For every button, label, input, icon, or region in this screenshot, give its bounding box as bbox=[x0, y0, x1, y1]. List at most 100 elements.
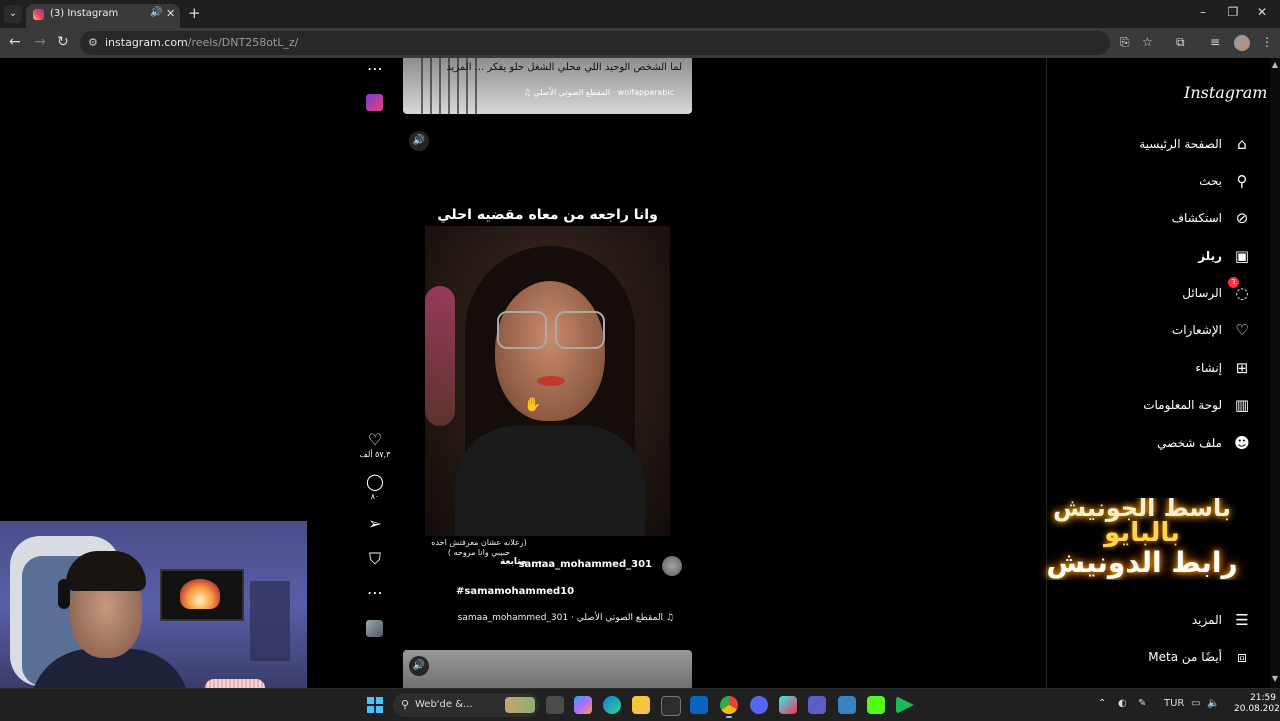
promo-line-3: رابط الدونيش bbox=[1046, 546, 1238, 579]
reel-hashtag[interactable]: #samamohammed10 bbox=[456, 586, 574, 597]
sidebar-item-label: ريلز bbox=[1198, 249, 1222, 263]
dashboard-icon: ▥ bbox=[1234, 396, 1250, 414]
scroll-up-icon[interactable]: ▲ bbox=[1272, 60, 1278, 69]
windows-start-icon[interactable] bbox=[367, 697, 383, 713]
restore-button[interactable]: ❐ bbox=[1223, 5, 1243, 19]
sidebar-item-home[interactable]: ⌂ الصفحة الرئيسية bbox=[1139, 132, 1252, 156]
taskbar-search[interactable]: ⚲ Web'de &... bbox=[393, 693, 539, 717]
teams-icon[interactable] bbox=[808, 696, 826, 714]
network-icon[interactable]: ▭ bbox=[1191, 698, 1200, 709]
sidebar-item-more[interactable]: ☰ المزيد bbox=[1192, 608, 1252, 632]
sidebar-divider bbox=[1046, 58, 1047, 688]
sidebar-item-messages[interactable]: ◌ 3 الرسائل bbox=[1182, 277, 1252, 305]
promo-line-2: بالبايو bbox=[1104, 518, 1180, 548]
instagram-logo[interactable]: Instagram bbox=[1184, 83, 1267, 102]
next-reel-video[interactable] bbox=[403, 650, 692, 688]
follow-button[interactable]: متابعة bbox=[500, 557, 527, 567]
file-explorer-icon[interactable] bbox=[632, 696, 650, 714]
windows-taskbar: ⚲ Web'de &... ⌃ ◐ ✎ TUR ▭ 🔈 21:59 20.08.… bbox=[0, 688, 1280, 721]
system-clock[interactable]: 21:59 20.08.2025 bbox=[1234, 693, 1280, 715]
tab-close-icon[interactable]: ✕ bbox=[166, 7, 175, 20]
back-button[interactable]: ← bbox=[9, 34, 21, 50]
pen-icon[interactable]: ✎ bbox=[1138, 698, 1146, 709]
page-scrollbar[interactable]: ▲ ▼ bbox=[1270, 58, 1280, 688]
headset-image bbox=[58, 579, 70, 609]
like-button[interactable]: ♡ ٥٧,٣ ألف bbox=[355, 431, 395, 460]
next-mute-toggle-icon[interactable]: 🔊 bbox=[409, 656, 429, 676]
author-avatar[interactable] bbox=[662, 556, 682, 576]
browser-menu-icon[interactable]: ⋮ bbox=[1261, 35, 1273, 49]
previous-audio-thumb[interactable] bbox=[366, 94, 383, 111]
discord-icon[interactable] bbox=[750, 696, 768, 714]
sidebar-item-search[interactable]: ⚲ بحث bbox=[1199, 169, 1252, 193]
search-icon: ⚲ bbox=[1236, 172, 1248, 190]
instagram-favicon-icon bbox=[33, 9, 44, 20]
reel-audio-link[interactable]: samaa_mohammed_301 · المقطع الصوتي الأصل… bbox=[458, 610, 684, 628]
audio-thumb[interactable] bbox=[366, 620, 383, 637]
microphone-image bbox=[205, 679, 265, 688]
sidebar-item-label: الرسائل bbox=[1182, 286, 1222, 300]
reload-button[interactable]: ↻ bbox=[57, 34, 69, 50]
tiktok-icon[interactable] bbox=[779, 696, 797, 714]
kick-icon[interactable] bbox=[867, 696, 885, 714]
mute-toggle-icon[interactable]: 🔊 bbox=[409, 131, 429, 151]
webcam-overlay bbox=[0, 521, 307, 688]
reels-icon: ▣ bbox=[1234, 247, 1250, 265]
new-tab-button[interactable]: + bbox=[188, 4, 201, 22]
volume-icon[interactable]: 🔈 bbox=[1207, 698, 1219, 709]
site-info-icon[interactable]: ⚙ bbox=[88, 36, 98, 49]
more-options-button[interactable]: ⋯ bbox=[355, 584, 395, 602]
close-window-button[interactable]: ✕ bbox=[1252, 5, 1272, 19]
sidebar-item-profile[interactable]: ☻ ملف شخصي bbox=[1157, 431, 1252, 455]
chrome-icon[interactable] bbox=[720, 696, 738, 714]
url-host: instagram.com bbox=[105, 36, 188, 49]
app-tool-icon[interactable] bbox=[838, 696, 856, 714]
forward-button[interactable]: → bbox=[34, 34, 46, 50]
sidebar-item-notifications[interactable]: ♡ الإشعارات bbox=[1172, 318, 1252, 342]
reel-author-row: samaa_mohammed_301 • متابعة bbox=[500, 556, 682, 576]
language-indicator[interactable]: TUR bbox=[1164, 698, 1184, 709]
clock-time: 21:59 bbox=[1250, 693, 1276, 703]
previous-reel-caption[interactable]: لما الشخص الوحيد اللي محلي الشغل حلو يفك… bbox=[446, 62, 682, 73]
edge-icon[interactable] bbox=[603, 696, 621, 714]
sidebar-item-label: أيضًا من Meta bbox=[1148, 650, 1222, 664]
scroll-down-icon[interactable]: ▼ bbox=[1272, 674, 1278, 683]
sidebar-item-label: ملف شخصي bbox=[1157, 436, 1222, 450]
previous-reel-audio[interactable]: wolfapparabic · المقطع الصوتي الأصلي ♫ bbox=[524, 88, 674, 97]
tab-title: (3) Instagram bbox=[50, 8, 119, 19]
share-button[interactable]: ➢ bbox=[355, 515, 395, 533]
current-reel-video[interactable]: وانا راجعه من معاه مقضيه احلي وقت فحياتي… bbox=[403, 196, 692, 541]
tab-audio-icon[interactable]: 🔊 bbox=[150, 7, 162, 18]
sidebar-item-label: إنشاء bbox=[1195, 361, 1222, 375]
clock-date: 20.08.2025 bbox=[1234, 704, 1280, 714]
install-app-icon[interactable]: ⎘ bbox=[1120, 35, 1130, 50]
task-view-icon[interactable] bbox=[546, 696, 564, 714]
tab-instagram[interactable]: (3) Instagram 🔊 ✕ bbox=[26, 4, 180, 28]
extensions-icon[interactable]: ⧉ bbox=[1176, 35, 1185, 50]
sidebar-item-dashboard[interactable]: ▥ لوحة المعلومات bbox=[1143, 393, 1252, 417]
media-controls-icon[interactable]: ≡ bbox=[1210, 35, 1220, 49]
copilot-icon[interactable] bbox=[574, 696, 592, 714]
previous-reel-video[interactable]: لما الشخص الوحيد اللي محلي الشغل حلو يفك… bbox=[403, 58, 692, 114]
comment-button[interactable]: ◯ ٨٠ bbox=[355, 473, 395, 502]
sidebar-item-meta[interactable]: ⧈ أيضًا من Meta bbox=[1148, 645, 1252, 669]
url-text[interactable]: instagram.com/reels/DNT258otL_z/ bbox=[105, 36, 298, 49]
separator-dot: • bbox=[537, 558, 543, 569]
tab-search-button[interactable]: ⌄ bbox=[4, 5, 22, 23]
tray-overflow-icon[interactable]: ⌃ bbox=[1098, 698, 1106, 709]
store-icon[interactable] bbox=[661, 696, 681, 716]
profile-avatar[interactable] bbox=[1234, 35, 1250, 51]
stream-app-icon[interactable] bbox=[896, 696, 914, 714]
tray-app-icon[interactable]: ◐ bbox=[1118, 698, 1127, 709]
reel-sub-text: (زعلانه عشان معرفتش اخده حبيبي وانا مروح… bbox=[431, 538, 527, 557]
save-button[interactable]: ⛉ bbox=[355, 550, 395, 568]
address-bar[interactable]: ⚙ instagram.com/reels/DNT258otL_z/ ⎘ ☆ bbox=[80, 31, 1153, 55]
sidebar-item-create[interactable]: ⊞ إنشاء bbox=[1195, 356, 1252, 380]
bookmark-star-icon[interactable]: ☆ bbox=[1142, 35, 1153, 49]
sidebar-item-explore[interactable]: ⊘ استكشاف bbox=[1172, 206, 1252, 230]
previous-more-button[interactable]: ⋯ bbox=[355, 60, 395, 78]
outlook-icon[interactable] bbox=[690, 696, 708, 714]
sidebar-item-reels[interactable]: ▣ ريلز bbox=[1198, 244, 1252, 268]
sidebar-item-label: الصفحة الرئيسية bbox=[1139, 137, 1222, 151]
minimize-button[interactable]: – bbox=[1193, 5, 1213, 19]
